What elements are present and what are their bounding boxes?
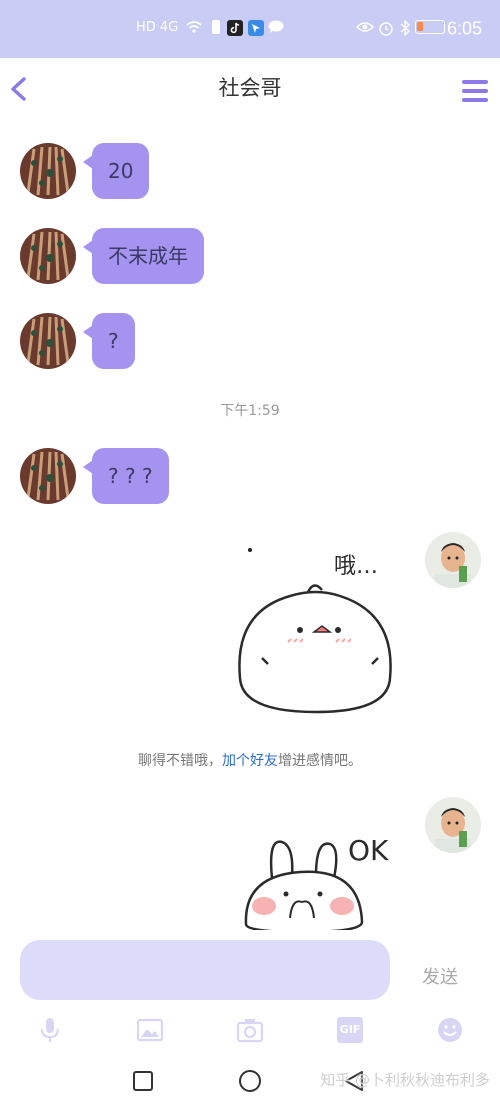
eye-icon bbox=[355, 20, 375, 34]
watermark: 知乎 @卜利秋秋迪布利多 bbox=[320, 1071, 490, 1089]
message-bubble[interactable]: 20 bbox=[82, 143, 150, 199]
gif-icon[interactable]: GIF bbox=[337, 1017, 363, 1043]
system-navigation-bar: 知乎 @卜利秋秋迪布利多 bbox=[0, 1055, 500, 1110]
send-button[interactable]: 发送 bbox=[408, 963, 472, 989]
system-message-prefix: 聊得不错哦， bbox=[138, 753, 222, 769]
system-message-suffix: 增进感情吧。 bbox=[278, 753, 362, 769]
message-timestamp: 下午1:59 bbox=[220, 403, 280, 419]
add-friend-link[interactable]: 加个好友 bbox=[222, 753, 278, 769]
input-bar: 发送 bbox=[0, 930, 500, 1015]
contact-avatar[interactable] bbox=[20, 313, 76, 369]
message-input[interactable] bbox=[20, 940, 390, 1000]
sticker-image[interactable]: 哦… bbox=[230, 540, 410, 720]
message-bubble[interactable]: 不末成年 bbox=[83, 228, 204, 284]
system-message: 聊得不错哦，加个好友增进感情吧。 bbox=[0, 750, 500, 770]
chat-header: 社会哥 bbox=[0, 58, 500, 116]
sticker-caption: OK bbox=[348, 834, 389, 867]
sim-icon bbox=[212, 20, 220, 34]
home-button[interactable] bbox=[238, 1069, 262, 1093]
status-bar: HD 4G 6:05 bbox=[0, 0, 500, 58]
message-bubble[interactable]: ? ? ? bbox=[83, 448, 169, 504]
my-avatar[interactable] bbox=[425, 532, 481, 588]
image-icon[interactable] bbox=[136, 1017, 164, 1043]
my-avatar[interactable] bbox=[425, 797, 481, 853]
bluetooth-icon bbox=[400, 19, 411, 37]
camera-icon[interactable] bbox=[236, 1017, 264, 1043]
sticker-image[interactable]: OK bbox=[240, 832, 410, 932]
hamburger-menu-icon bbox=[462, 80, 488, 102]
tiktok-icon bbox=[227, 20, 243, 36]
contact-avatar[interactable] bbox=[20, 228, 76, 284]
battery-icon bbox=[415, 20, 445, 34]
app-icon bbox=[248, 20, 264, 36]
message-bubble[interactable]: ? bbox=[83, 313, 135, 369]
menu-button[interactable] bbox=[460, 76, 490, 106]
alarm-icon bbox=[378, 20, 394, 36]
sticker-caption: 哦… bbox=[334, 554, 379, 579]
microphone-icon[interactable] bbox=[37, 1017, 63, 1043]
emoji-icon[interactable] bbox=[437, 1017, 463, 1043]
chat-icon bbox=[268, 20, 284, 34]
wifi-icon bbox=[186, 20, 202, 34]
status-time: 6:05 bbox=[446, 18, 482, 39]
chat-title: 社会哥 bbox=[218, 76, 282, 100]
contact-avatar[interactable] bbox=[20, 448, 76, 504]
input-toolbar: GIF bbox=[0, 1005, 500, 1055]
recent-apps-button[interactable] bbox=[131, 1069, 155, 1093]
contact-avatar[interactable] bbox=[20, 143, 76, 199]
network-text: HD 4G bbox=[136, 20, 179, 35]
